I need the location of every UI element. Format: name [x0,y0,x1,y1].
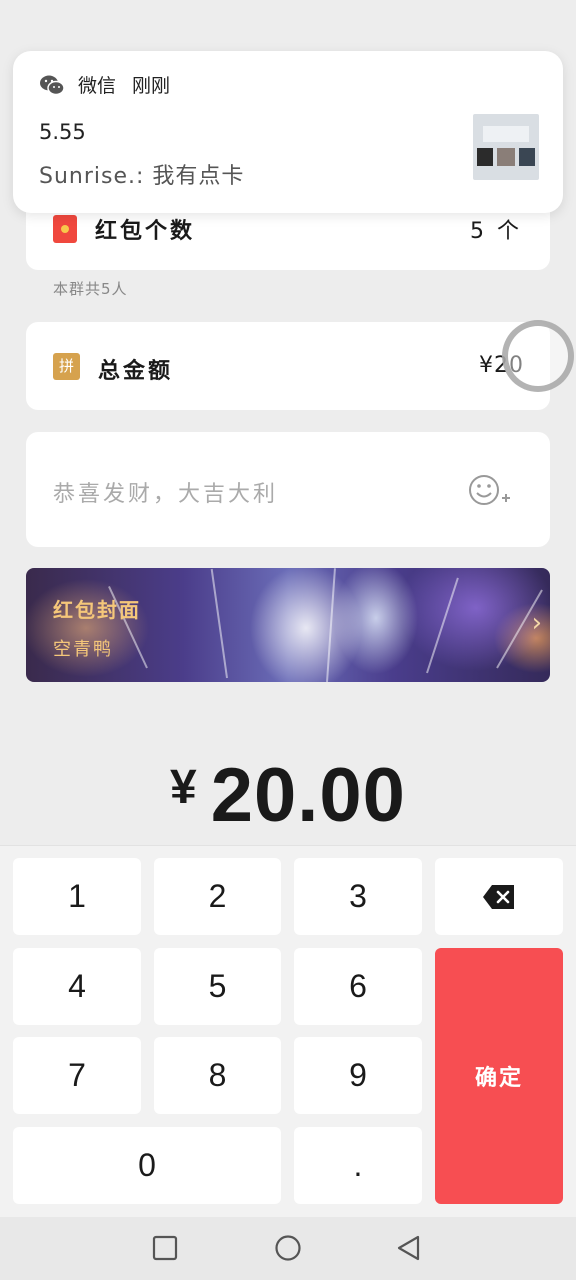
emoji-add-icon[interactable] [468,472,512,508]
cover-subtitle: 空青鸭 [53,639,113,660]
key-5[interactable]: 5 [154,948,281,1025]
touch-indicator [502,320,574,392]
key-7[interactable]: 7 [13,1037,141,1114]
key-1[interactable]: 1 [13,858,141,935]
red-packet-count-unit: 个 [496,219,522,244]
total-amount-row[interactable]: 拼 总金额 ¥20 [26,322,550,410]
key-decimal[interactable]: . [294,1127,422,1204]
confirm-button[interactable]: 确定 [435,948,563,1204]
key-3[interactable]: 3 [294,858,422,935]
backspace-button[interactable] [435,858,563,935]
red-packet-count-label: 红包个数 [95,219,196,244]
greeting-placeholder: 恭喜发财，大吉大利 [53,482,279,507]
amount-value: 20.00 [210,753,406,838]
notification-thumbnail [473,114,539,180]
group-member-note: 本群共5人 [53,280,128,298]
system-navigation-bar [0,1217,576,1280]
key-4[interactable]: 4 [13,948,141,1025]
key-9[interactable]: 9 [294,1037,422,1114]
pin-badge-icon: 拼 [53,353,80,380]
key-2[interactable]: 2 [154,858,281,935]
notification-app-name: 微信 [78,75,117,97]
total-amount-label: 总金额 [98,359,174,384]
red-packet-icon [53,215,77,243]
cover-title: 红包封面 [53,598,141,622]
recent-apps-icon[interactable] [152,1235,178,1261]
key-8[interactable]: 8 [154,1037,281,1114]
back-icon[interactable] [396,1235,422,1261]
notification-header: 微信 刚刚 [39,71,170,98]
red-packet-cover-banner[interactable]: 红包封面 空青鸭 › [26,568,550,682]
notification-body: Sunrise.: 我有点卡 [39,164,245,189]
notification-title: 5.55 [39,120,86,144]
red-packet-count-value[interactable]: 5个 [470,213,522,245]
key-6[interactable]: 6 [294,948,422,1025]
numeric-keypad: 1 2 3 4 5 6 7 8 9 0 . 确定 [0,845,576,1217]
notification-banner[interactable]: 微信 刚刚 5.55 Sunrise.: 我有点卡 [13,51,563,213]
amount-display: ¥20.00 [0,752,576,839]
greeting-message-field[interactable]: 恭喜发财，大吉大利 [26,432,550,547]
notification-time: 刚刚 [132,75,171,97]
backspace-icon [483,884,514,909]
chevron-right-icon: › [531,608,542,638]
wechat-icon [40,75,65,95]
key-0[interactable]: 0 [13,1127,281,1204]
currency-symbol: ¥ [170,761,197,814]
home-icon[interactable] [274,1235,302,1263]
